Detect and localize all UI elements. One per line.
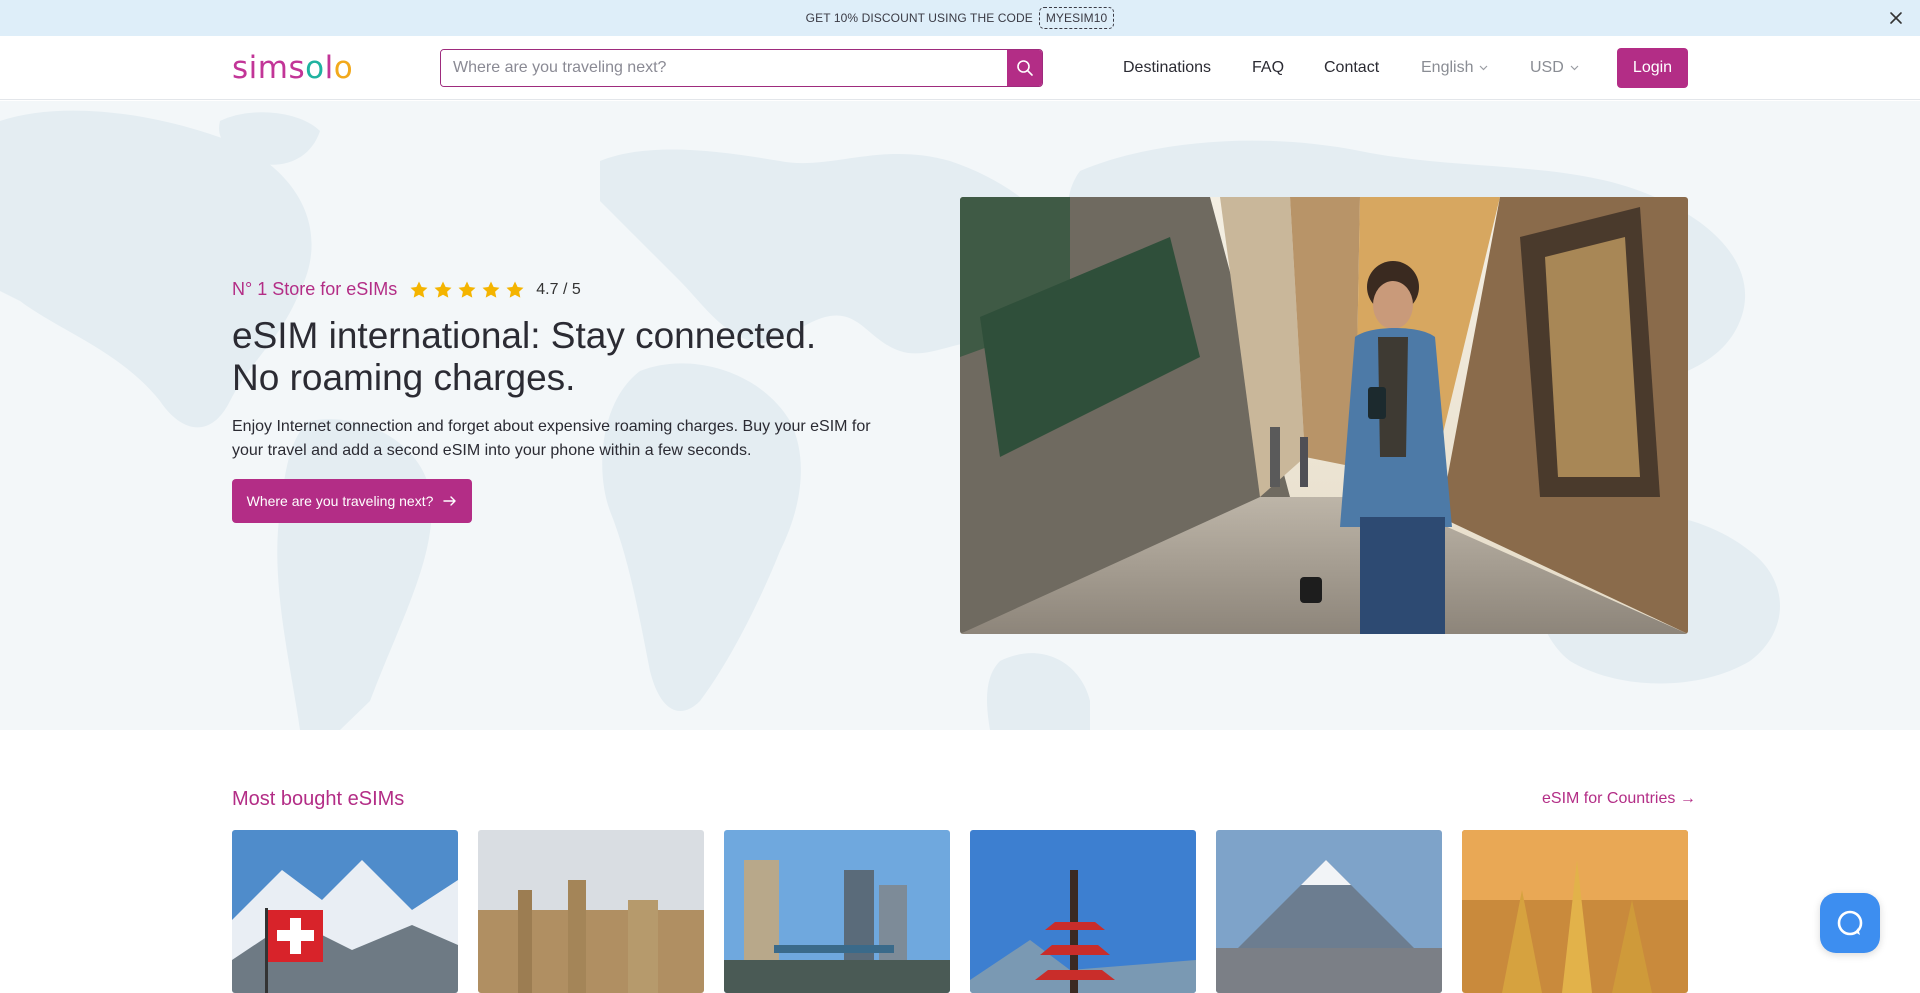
- nav-faq[interactable]: FAQ: [1252, 36, 1284, 100]
- destination-cards: [232, 830, 1688, 993]
- hero-tagline-row: N° 1 Store for eSIMs 4.7 / 5: [232, 279, 581, 300]
- site-header: simsolo Destinations FAQ Contact English…: [0, 36, 1920, 100]
- destination-card-uk[interactable]: [724, 830, 950, 993]
- search-input[interactable]: [441, 50, 1007, 86]
- destination-card-egypt[interactable]: [478, 830, 704, 993]
- star-icon: [482, 281, 500, 298]
- destination-card-switzerland[interactable]: [232, 830, 458, 993]
- chat-widget-button[interactable]: [1820, 893, 1880, 953]
- star-icon: [506, 281, 524, 298]
- hero-cta-button[interactable]: Where are you traveling next?: [232, 479, 472, 523]
- chat-icon: [1837, 910, 1863, 936]
- hero-title: eSIM international: Stay connected. No r…: [232, 315, 817, 398]
- esim-countries-link[interactable]: eSIM for Countries →: [1542, 790, 1696, 808]
- chevron-down-icon: [1480, 65, 1488, 71]
- search-icon: [1016, 60, 1033, 76]
- star-icon: [458, 281, 476, 298]
- arrow-right-icon: [443, 496, 457, 506]
- destination-card-mexico[interactable]: [1216, 830, 1442, 993]
- destination-card-japan[interactable]: [970, 830, 1196, 993]
- destination-card-thailand[interactable]: [1462, 830, 1688, 993]
- hero-description: Enjoy Internet connection and forget abo…: [232, 418, 871, 459]
- search-bar: [440, 49, 1043, 87]
- search-button[interactable]: [1007, 50, 1042, 86]
- currency-selector[interactable]: USD: [1530, 36, 1579, 100]
- star-icon: [434, 281, 452, 298]
- promo-bar: GET 10% DISCOUNT USING THE CODE MYESIM10: [0, 0, 1920, 36]
- login-button[interactable]: Login: [1617, 48, 1688, 88]
- close-icon[interactable]: [1886, 8, 1906, 28]
- language-selector[interactable]: English: [1421, 36, 1488, 100]
- promo-text: GET 10% DISCOUNT USING THE CODE: [805, 11, 1033, 25]
- nav-contact[interactable]: Contact: [1324, 36, 1379, 100]
- nav-destinations[interactable]: Destinations: [1123, 36, 1211, 100]
- most-bought-title: Most bought eSIMs: [232, 788, 405, 810]
- rating-value: 4.7 / 5: [536, 280, 581, 298]
- hero-photo: [960, 197, 1688, 634]
- tagline: N° 1 Store for eSIMs: [232, 279, 398, 299]
- rating-stars: [409, 280, 525, 300]
- hero-section: N° 1 Store for eSIMs 4.7 / 5 eSIM intern…: [0, 101, 1920, 730]
- star-icon: [410, 281, 428, 298]
- simsolo-logo[interactable]: sims o l o: [232, 50, 353, 86]
- chevron-down-icon: [1570, 65, 1579, 71]
- promo-code[interactable]: MYESIM10: [1038, 7, 1115, 29]
